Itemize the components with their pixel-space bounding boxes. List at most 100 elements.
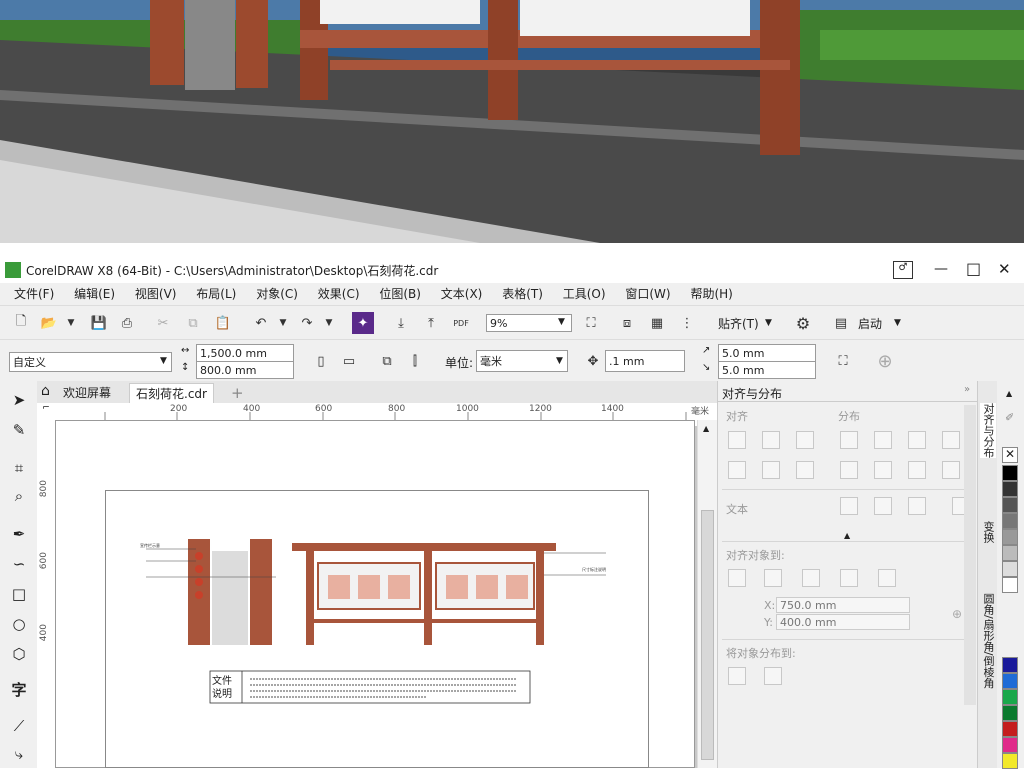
close-button[interactable]: ✕ xyxy=(998,260,1011,278)
distribute-top-icon[interactable] xyxy=(840,461,858,479)
gear-icon[interactable]: ⚙ xyxy=(792,312,814,334)
print-icon[interactable]: ⎙ xyxy=(116,312,138,334)
save-icon[interactable]: 💾 xyxy=(88,312,110,334)
publish-pdf-icon[interactable]: PDF xyxy=(450,312,472,334)
align-to-page-edge-icon[interactable] xyxy=(764,569,782,587)
align-top-icon[interactable] xyxy=(728,461,746,479)
polygon-tool-icon[interactable]: ⬡ xyxy=(8,643,30,665)
color-swatch[interactable] xyxy=(1002,561,1018,577)
align-to-grid-icon[interactable] xyxy=(840,569,858,587)
add-tab-button[interactable]: + xyxy=(225,383,250,403)
snap-to-dropdown[interactable]: 贴齐(T) xyxy=(718,315,759,332)
add-page-icon[interactable]: ⊕ xyxy=(874,350,896,372)
menu-window[interactable]: 窗口(W) xyxy=(617,283,678,305)
chevron-down-icon[interactable]: ▼ xyxy=(272,312,294,334)
printable-page[interactable]: 宣传栏示意 尺寸标注说明 文件 说明 xyxy=(105,490,649,768)
new-document-icon[interactable]: 🗋 xyxy=(10,312,32,334)
align-x-field[interactable]: 750.0 mm xyxy=(776,597,910,613)
tab-document[interactable]: 石刻荷花.cdr xyxy=(129,383,214,404)
chevron-down-icon[interactable]: ▼ xyxy=(318,312,340,334)
menu-table[interactable]: 表格(T) xyxy=(494,283,551,305)
scroll-up-icon[interactable]: ▲ xyxy=(703,424,709,433)
color-swatch[interactable] xyxy=(1002,529,1018,545)
menu-edit[interactable]: 编辑(E) xyxy=(66,283,123,305)
text-bounding-icon[interactable] xyxy=(908,497,926,515)
menu-object[interactable]: 对象(C) xyxy=(248,283,306,305)
tab-welcome-screen[interactable]: 欢迎屏幕 xyxy=(57,383,117,403)
align-left-icon[interactable] xyxy=(728,431,746,449)
launch-icon[interactable]: ▤ xyxy=(830,312,852,334)
search-content-icon[interactable]: ✦ xyxy=(352,312,374,334)
color-swatch[interactable] xyxy=(1002,481,1018,497)
connector-tool-icon[interactable]: ⤷ xyxy=(8,743,30,765)
freehand-tool-icon[interactable]: ✒ xyxy=(8,523,30,545)
home-icon[interactable]: ⌂ xyxy=(41,383,50,399)
distribute-to-page-icon[interactable] xyxy=(764,667,782,685)
align-bottom-icon[interactable] xyxy=(796,461,814,479)
align-right-icon[interactable] xyxy=(796,431,814,449)
horizontal-ruler[interactable]: 200 400 600 800 1000 1200 1400 毫米 xyxy=(55,403,717,421)
duplicate-distance-x-field[interactable]: 5.0 mm xyxy=(718,344,816,362)
crop-tool-icon[interactable]: ⌗ xyxy=(8,457,30,479)
eyedropper-icon[interactable]: ✐ xyxy=(1005,411,1014,424)
align-center-h-icon[interactable] xyxy=(762,431,780,449)
drawing-canvas[interactable]: 宣传栏示意 尺寸标注说明 文件 说明 xyxy=(55,420,707,768)
tab-align-distribute[interactable]: 对齐与分布 xyxy=(980,403,996,458)
tab-transform[interactable]: 变换 xyxy=(980,521,996,543)
docker-expand-icon[interactable]: » xyxy=(964,384,970,395)
page-width-field[interactable]: 1,500.0 mm xyxy=(196,344,294,362)
align-to-active-icon[interactable] xyxy=(728,569,746,587)
color-swatch[interactable] xyxy=(1002,689,1018,705)
align-to-page-center-icon[interactable] xyxy=(802,569,820,587)
align-y-field[interactable]: 400.0 mm xyxy=(776,614,910,630)
no-color-swatch[interactable]: ✕ xyxy=(1002,447,1018,463)
text-baseline-last-icon[interactable] xyxy=(874,497,892,515)
scroll-thumb[interactable] xyxy=(701,510,714,760)
ruler-corner[interactable]: ⌐ xyxy=(37,403,56,421)
color-swatch[interactable] xyxy=(1002,465,1018,481)
minimize-button[interactable]: — xyxy=(934,261,948,277)
distribute-to-selection-icon[interactable] xyxy=(728,667,746,685)
color-swatch[interactable] xyxy=(1002,673,1018,689)
copy-icon[interactable]: ⧉ xyxy=(182,312,204,334)
color-swatch[interactable] xyxy=(1002,657,1018,673)
parallel-dimension-tool-icon[interactable]: ⟋ xyxy=(8,715,30,737)
menu-effects[interactable]: 效果(C) xyxy=(310,283,368,305)
menu-tools[interactable]: 工具(O) xyxy=(555,283,614,305)
menu-help[interactable]: 帮助(H) xyxy=(682,283,740,305)
unit-select[interactable]: 毫米 xyxy=(476,350,568,372)
distribute-bottom-icon[interactable] xyxy=(942,461,960,479)
menu-text[interactable]: 文本(X) xyxy=(433,283,491,305)
page-height-field[interactable]: 800.0 mm xyxy=(196,361,294,379)
user-icon[interactable]: ♂ xyxy=(893,261,913,279)
distribute-left-icon[interactable] xyxy=(840,431,858,449)
import-icon[interactable]: ⤓ xyxy=(390,312,412,334)
guidelines-icon[interactable]: ⋮ xyxy=(676,312,698,334)
align-center-v-icon[interactable] xyxy=(762,461,780,479)
target-point-icon[interactable]: ⊕ xyxy=(952,607,962,621)
distribute-center-h-icon[interactable] xyxy=(874,431,892,449)
tab-fillet-scallop-chamfer[interactable]: 圆角/扇形角/倒棱角 xyxy=(980,593,996,688)
distribute-right-icon[interactable] xyxy=(942,431,960,449)
pick-tool-icon[interactable]: ➤ xyxy=(8,389,30,411)
zoom-to-page-icon[interactable]: ⛶ xyxy=(580,312,602,334)
distribute-spacing-h-icon[interactable] xyxy=(908,431,926,449)
distribute-center-v-icon[interactable] xyxy=(874,461,892,479)
vertical-ruler[interactable]: 800 600 400 xyxy=(37,420,56,768)
docker-scrollbar[interactable] xyxy=(964,405,976,705)
chevron-down-icon[interactable]: ▼ xyxy=(558,317,565,327)
color-swatch[interactable] xyxy=(1002,545,1018,561)
text-baseline-first-icon[interactable] xyxy=(840,497,858,515)
duplicate-distance-y-field[interactable]: 5.0 mm xyxy=(718,361,816,379)
shape-tool-icon[interactable]: ✎ xyxy=(8,419,30,441)
all-pages-icon[interactable]: ⧉ xyxy=(376,350,398,372)
chevron-down-icon[interactable]: ▼ xyxy=(556,356,563,366)
current-page-icon[interactable]: ⫿ xyxy=(404,350,426,372)
color-swatch[interactable] xyxy=(1002,721,1018,737)
color-swatch[interactable] xyxy=(1002,513,1018,529)
redo-icon[interactable]: ↷ xyxy=(296,312,318,334)
cut-icon[interactable]: ✂ xyxy=(152,312,174,334)
color-swatch[interactable] xyxy=(1002,737,1018,753)
bleed-icon[interactable]: ⛶ xyxy=(832,350,854,372)
nudge-distance-field[interactable]: .1 mm xyxy=(605,350,685,372)
